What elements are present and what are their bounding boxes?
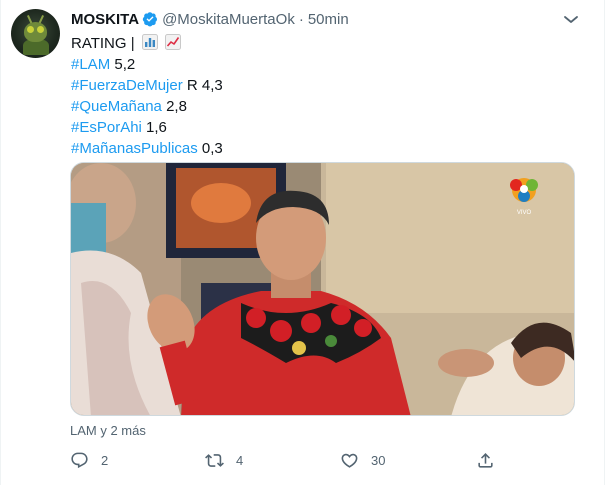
avatar[interactable] [11, 9, 60, 58]
tweet-header: MOSKITA @MoskitaMuertaOk · 50min [71, 10, 349, 28]
more-icon[interactable] [561, 10, 581, 28]
rating-label: RATING | [71, 35, 135, 52]
hashtag-link[interactable]: #QueMañana [71, 98, 162, 115]
tweet-media[interactable]: VIVO [70, 162, 575, 416]
rating-line-fuerzademujer: #FuerzaDeMujer R 4,3 [71, 75, 223, 96]
rating-line-esporahi: #EsPorAhi 1,6 [71, 117, 223, 138]
rating-value: R 4,3 [182, 77, 223, 94]
rating-value: 0,3 [197, 140, 223, 157]
tweet-time[interactable]: 50min [308, 11, 349, 28]
rating-line-quemanana: #QueMañana 2,8 [71, 96, 223, 117]
reply-count: 2 [101, 452, 109, 468]
rating-value: 1,6 [141, 119, 167, 136]
bar-chart-emoji-icon [141, 34, 158, 50]
like-icon [341, 453, 358, 468]
rating-line: RATING | [71, 33, 223, 54]
tweet-text: RATING | #LAM 5,2 #FuerzaDeMujer R 4,3 #… [71, 33, 223, 159]
tweet-card[interactable]: MOSKITA @MoskitaMuertaOk · 50min RATING … [0, 0, 605, 485]
header-separator: · [298, 10, 304, 28]
rating-line-lam: #LAM 5,2 [71, 54, 223, 75]
retweet-count: 4 [236, 452, 244, 468]
rating-value: 5,2 [110, 56, 136, 73]
author-name[interactable]: MOSKITA [71, 11, 139, 28]
retweet-icon [205, 453, 224, 467]
media-image: VIVO [71, 163, 574, 415]
chart-increasing-emoji-icon [164, 34, 181, 50]
hashtag-link[interactable]: #FuerzaDeMujer [71, 77, 183, 94]
retweet-button[interactable]: 4 [205, 450, 243, 470]
verified-badge-icon [142, 12, 158, 27]
reply-icon [71, 452, 88, 468]
like-count: 30 [371, 452, 386, 468]
share-icon [478, 452, 493, 468]
hashtag-link[interactable]: #MañanasPublicas [71, 140, 198, 157]
author-handle[interactable]: @MoskitaMuertaOk [162, 11, 295, 28]
tweet-actions: 2 4 30 [70, 450, 500, 470]
rating-line-mananaspublicas: #MañanasPublicas 0,3 [71, 138, 223, 159]
reply-button[interactable]: 2 [70, 450, 108, 470]
share-button[interactable] [476, 450, 495, 470]
hashtag-link[interactable]: #LAM [71, 56, 110, 73]
live-label: VIVO [517, 210, 532, 216]
rating-value: 2,8 [161, 98, 187, 115]
like-button[interactable]: 30 [340, 450, 385, 470]
hashtag-link[interactable]: #EsPorAhi [71, 119, 142, 136]
media-tags-caption[interactable]: LAM y 2 más [70, 423, 146, 438]
